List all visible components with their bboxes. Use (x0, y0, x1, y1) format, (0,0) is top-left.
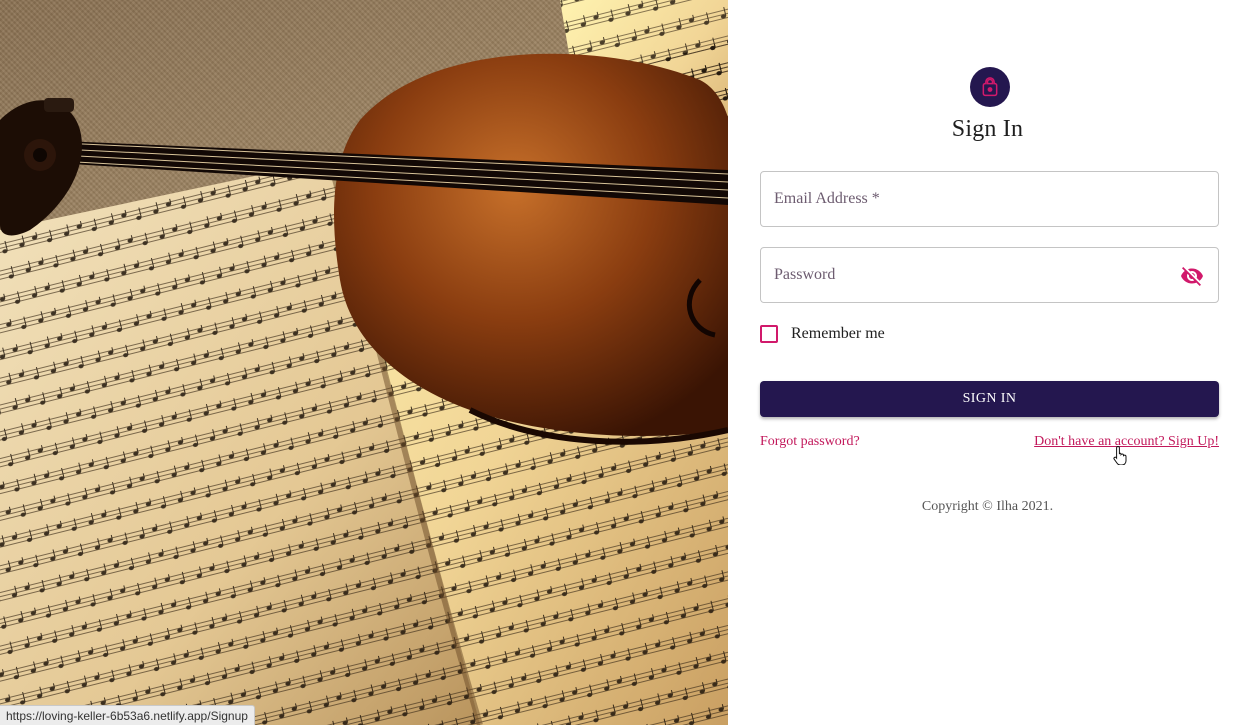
remember-label: Remember me (791, 325, 885, 342)
violin-sheet-music-illustration (0, 0, 728, 725)
hand-cursor-icon (1113, 445, 1127, 465)
email-input[interactable] (761, 172, 1218, 226)
signin-panel: Sign In Remember me SIGN IN Forgot passw… (728, 0, 1247, 725)
sign-in-button[interactable]: SIGN IN (760, 381, 1219, 417)
signin-page: Sign In Remember me SIGN IN Forgot passw… (0, 0, 1247, 725)
copyright-text: Copyright © Ilha 2021. (921, 499, 1054, 514)
password-field[interactable] (760, 247, 1219, 303)
eye-off-icon[interactable] (1180, 264, 1204, 288)
forgot-password-link[interactable]: Forgot password? (760, 434, 860, 450)
remember-checkbox[interactable] (760, 325, 778, 343)
browser-status-bar: https://loving-keller-6b53a6.netlify.app… (0, 705, 255, 725)
password-input[interactable] (761, 248, 1218, 302)
hero-image (0, 0, 728, 725)
lock-avatar (970, 67, 1010, 107)
remember-me[interactable]: Remember me (760, 325, 885, 343)
lock-icon (982, 77, 998, 97)
page-title: Sign In (951, 116, 1024, 142)
email-field[interactable] (760, 171, 1219, 227)
